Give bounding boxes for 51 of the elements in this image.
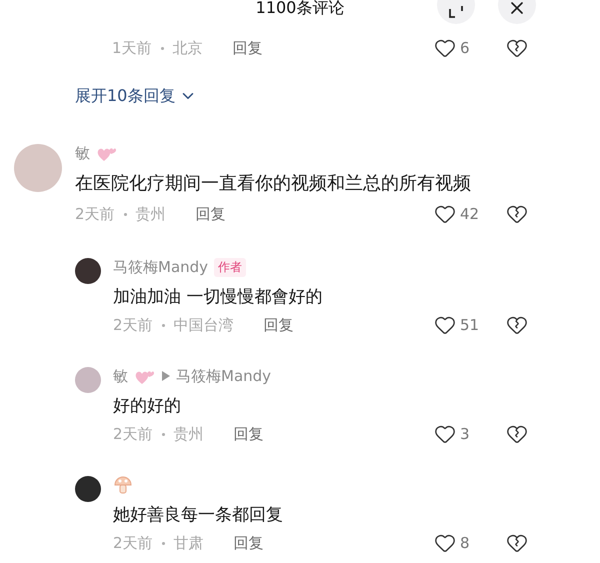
comment-text: 在医院化疗期间一直看你的视频和兰总的所有视频 bbox=[75, 172, 472, 196]
author-badge: 作者 bbox=[214, 258, 246, 276]
heart-icon bbox=[434, 532, 456, 554]
broken-heart-icon bbox=[506, 532, 528, 554]
like-button[interactable]: 8 bbox=[434, 532, 484, 554]
heart-icon bbox=[434, 203, 456, 225]
dislike-button[interactable] bbox=[506, 532, 528, 554]
comment-location: 贵州 bbox=[136, 204, 166, 224]
dislike-button[interactable] bbox=[506, 423, 528, 445]
broken-heart-icon bbox=[506, 37, 528, 59]
author-name[interactable]: 敏 bbox=[75, 144, 90, 162]
comment-location: 北京 bbox=[172, 38, 203, 58]
broken-heart-icon bbox=[506, 314, 528, 336]
comments-title: 1100条评论 bbox=[256, 0, 344, 19]
comment-text: 她好善良每一条都回复 bbox=[113, 504, 284, 527]
like-button[interactable]: 3 bbox=[434, 423, 484, 445]
reply-button[interactable]: 回复 bbox=[196, 204, 226, 224]
reply-button[interactable]: 回复 bbox=[234, 534, 264, 552]
dislike-button[interactable] bbox=[506, 314, 528, 336]
like-button[interactable]: 6 bbox=[434, 37, 484, 59]
fullscreen-icon bbox=[449, 6, 463, 18]
comment-location: 贵州 bbox=[174, 424, 204, 444]
reply-target-name[interactable]: 马筱梅Mandy bbox=[176, 366, 272, 386]
broken-heart-icon bbox=[506, 203, 528, 225]
comment-time: 2天前 bbox=[113, 424, 153, 444]
heart-icon bbox=[434, 423, 456, 445]
comment-time: 2天前 bbox=[113, 316, 153, 334]
heart-icon bbox=[434, 37, 456, 59]
reply-button[interactable]: 回复 bbox=[234, 424, 264, 444]
comment-time: 1天前 bbox=[112, 38, 152, 58]
comment-location: 甘肃 bbox=[174, 534, 204, 552]
mushroom-icon bbox=[113, 475, 133, 495]
author-name[interactable]: 马筱梅Mandy bbox=[113, 258, 208, 276]
user-avatar[interactable] bbox=[75, 476, 101, 502]
comment-text: 加油加油 一切慢慢都會好的 bbox=[113, 286, 324, 309]
heart-icon bbox=[434, 314, 456, 336]
dislike-button[interactable] bbox=[506, 37, 528, 59]
comment-location: 中国台湾 bbox=[174, 316, 234, 334]
reply-button[interactable]: 回复 bbox=[232, 38, 263, 58]
like-button[interactable]: 42 bbox=[434, 203, 484, 225]
broken-heart-icon bbox=[506, 423, 528, 445]
comment-time: 2天前 bbox=[113, 534, 153, 552]
comment-time: 2天前 bbox=[75, 204, 115, 224]
author-name[interactable]: 敏 bbox=[113, 366, 128, 386]
dislike-button[interactable] bbox=[506, 203, 528, 225]
reply-button[interactable]: 回复 bbox=[264, 316, 294, 334]
user-avatar[interactable] bbox=[75, 258, 101, 284]
like-button[interactable]: 51 bbox=[434, 314, 484, 336]
comment-text: 好的好的 bbox=[113, 395, 182, 418]
caret-icon bbox=[162, 371, 170, 381]
expand-replies-link[interactable]: 展开10条回复 bbox=[75, 84, 198, 108]
